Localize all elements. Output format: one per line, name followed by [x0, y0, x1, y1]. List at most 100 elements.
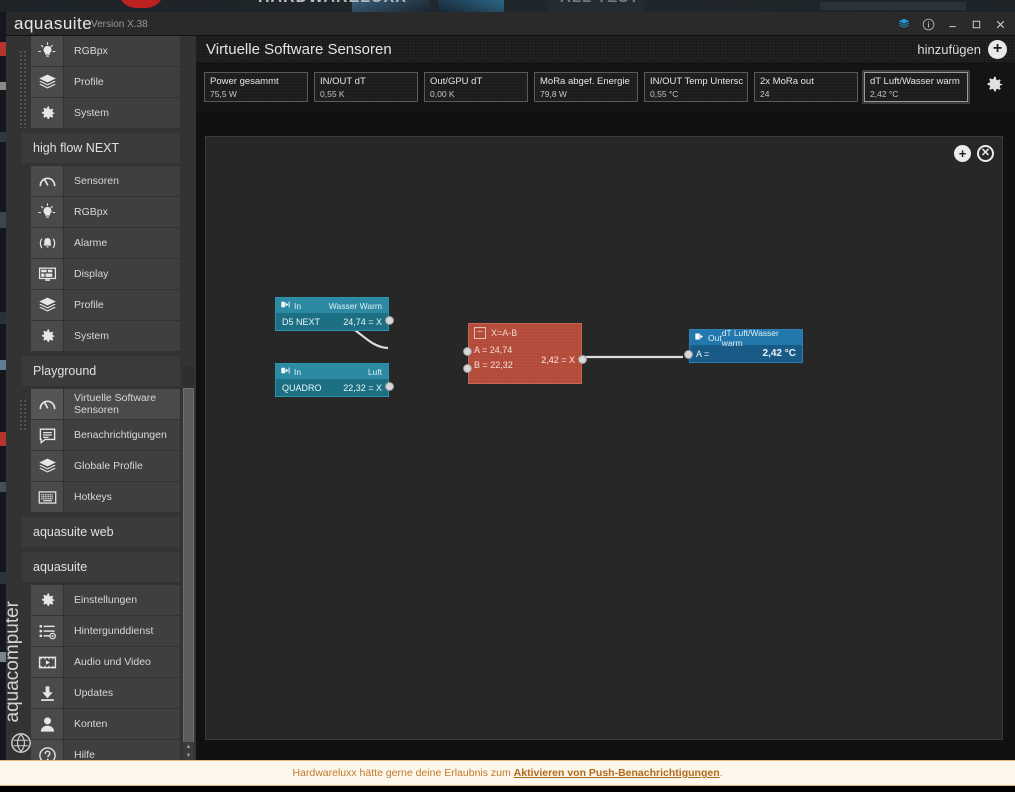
node-input-port[interactable] — [684, 350, 693, 359]
sidebar-item-alarme[interactable]: Alarme — [31, 228, 180, 258]
scroll-up-icon[interactable]: ▲ — [183, 742, 194, 751]
notification-text-after: . — [719, 767, 723, 779]
bell-icon — [31, 228, 63, 258]
display-icon — [31, 259, 63, 289]
sidebar-item-sensoren[interactable]: Sensoren — [31, 166, 180, 196]
drag-handle-dots-2[interactable] — [19, 399, 27, 431]
sensor-chip-value: 0,55 °C — [650, 89, 679, 99]
sidebar-item-label: System — [63, 321, 180, 351]
node-input-luft[interactable]: In Luft QUADRO 22,32 = X — [275, 363, 394, 397]
node-output-port[interactable] — [578, 355, 587, 364]
push-notification-bar: Hardwareluxx hätte gerne deine Erlaubnis… — [0, 760, 1015, 786]
layers-icon — [31, 451, 63, 481]
plus-icon[interactable]: + — [988, 39, 1007, 59]
sidebar-item-globale-profile[interactable]: Globale Profile — [31, 451, 180, 481]
canvas-tools: + ✕ — [954, 145, 994, 162]
node-body: QUADRO 22,32 = X — [276, 379, 388, 396]
add-node-button[interactable]: + — [954, 145, 971, 162]
sidebar-group-title[interactable]: aquasuite web — [22, 517, 180, 547]
sidebar-item-label: Hintergunddienst — [63, 616, 180, 646]
sidebar-scroll-content: RGBpx Profile System high flow NEXT Sensoren… — [6, 36, 196, 760]
sidebar-item-label: Alarme — [63, 228, 180, 258]
node-output-port[interactable] — [385, 316, 394, 325]
sidebar-item-rgbpx[interactable]: RGBpx — [31, 36, 180, 66]
gear-icon[interactable] — [983, 74, 1005, 101]
sidebar-nav: RGBpx Profile System high flow NEXT Sensoren… — [6, 36, 196, 760]
sidebar-group-title[interactable]: Playground — [22, 356, 180, 386]
sensor-chip[interactable]: 2x MoRa out 24 — [754, 72, 858, 102]
node-body: A = 2,42 °C — [690, 345, 802, 362]
sidebar-item-virtuelle-software-sensoren[interactable]: Virtuelle Software Sensoren — [31, 389, 180, 419]
sidebar-item-profile[interactable]: Profile — [31, 67, 180, 97]
sidebar-item-audio-und-video[interactable]: Audio und Video — [31, 647, 180, 677]
gear-icon — [31, 585, 63, 615]
node-title: Luft — [367, 366, 382, 377]
node-formula: X=A-B — [491, 327, 518, 338]
sidebar-scrollbar-thumb[interactable] — [183, 388, 194, 760]
layers-icon[interactable] — [893, 13, 915, 35]
sensor-chip[interactable]: dT Luft/Wasser warm 2,42 °C — [862, 70, 970, 104]
sidebar: RGBpx Profile System high flow NEXT Sensoren… — [6, 36, 196, 760]
sidebar-item-updates[interactable]: Updates — [31, 678, 180, 708]
maximize-button[interactable] — [965, 13, 987, 35]
version-label: Version X.38 — [91, 19, 148, 30]
gauge-icon — [31, 166, 63, 196]
node-source: QUADRO — [282, 382, 322, 393]
sidebar-item-system[interactable]: System — [31, 321, 180, 351]
scroll-down-icon[interactable]: ▼ — [183, 751, 194, 760]
sensor-chips-list: Power gesammt 75,5 W IN/OUT dT 0,55 K Out/GP… — [204, 70, 970, 104]
node-operation-subtract[interactable]: − X=A-B A = 24,74 B = 22,32 2,42 = X — [463, 323, 587, 384]
sidebar-group-title[interactable]: aquasuite — [22, 552, 180, 582]
sidebar-item-konten[interactable]: Konten — [31, 709, 180, 739]
node-output-value: 2,42 = X — [541, 355, 575, 365]
node-body: A = 24,74 B = 22,32 2,42 = X — [469, 341, 581, 383]
bottom-filler — [0, 786, 1015, 792]
sensor-chip[interactable]: MoRa abgef. Energie 79,8 W — [534, 72, 638, 102]
node-output-dt[interactable]: Out dT Luft/Wasser warm A = 2,42 °C — [684, 327, 803, 363]
sidebar-item-hotkeys[interactable]: Hotkeys — [31, 482, 180, 512]
info-icon[interactable] — [917, 13, 939, 35]
message-icon — [31, 420, 63, 450]
drag-handle-dots-1[interactable] — [19, 50, 27, 128]
sidebar-item-system[interactable]: System — [31, 98, 180, 128]
service-list-icon — [31, 616, 63, 646]
node-output-port[interactable] — [385, 382, 394, 391]
sidebar-item-hintergunddienst[interactable]: Hintergunddienst — [31, 616, 180, 646]
remove-node-button[interactable]: ✕ — [977, 145, 994, 162]
notification-link[interactable]: Aktivieren von Push-Benachrichtigungen — [514, 767, 720, 779]
node-title: dT Luft/Wasser warm — [721, 327, 779, 348]
bulb-icon — [31, 36, 63, 66]
sidebar-item-label: Einstellungen — [63, 585, 180, 615]
sensor-chip[interactable]: IN/OUT dT 0,55 K — [314, 72, 418, 102]
sensor-chip[interactable]: IN/OUT Temp Untersc 0,55 °C — [644, 72, 748, 102]
sidebar-item-rgbpx[interactable]: RGBpx — [31, 197, 180, 227]
sidebar-group-title[interactable]: high flow NEXT — [22, 133, 180, 163]
sidebar-item-profile[interactable]: Profile — [31, 290, 180, 320]
sidebar-item-label: Profile — [63, 67, 180, 97]
node-input-wasser-warm[interactable]: In Wasser Warm D5 NEXT 24,74 = X — [275, 297, 394, 331]
node-port-label: Out — [708, 332, 722, 343]
sensor-chip-name: Power gesammt — [210, 76, 279, 87]
minimize-button[interactable] — [941, 13, 963, 35]
backdrop-overlay — [0, 0, 1015, 12]
sidebar-item-display[interactable]: Display — [31, 259, 180, 289]
video-icon — [31, 647, 63, 677]
node-graph-canvas[interactable]: + ✕ In Wasser Warm D5 NEXT 24,74 = X In … — [205, 136, 1003, 740]
node-input-port-a[interactable] — [463, 347, 472, 356]
add-sensor-control[interactable]: hinzufügen + — [917, 36, 1007, 62]
node-header: In Luft — [276, 364, 388, 379]
node-value: 2,42 °C — [762, 348, 796, 359]
sidebar-item-benachrichtigungen[interactable]: Benachrichtigungen — [31, 420, 180, 450]
bulb-icon — [31, 197, 63, 227]
sensor-chip[interactable]: Out/GPU dT 0,00 K — [424, 72, 528, 102]
node-input-port-b[interactable] — [463, 364, 472, 373]
node-port-label: In — [294, 366, 302, 377]
sidebar-item-einstellungen[interactable]: Einstellungen — [31, 585, 180, 615]
sidebar-item-label: Display — [63, 259, 180, 289]
sidebar-scroll-arrows[interactable]: ▲ ▼ — [183, 742, 194, 760]
sensor-chip-name: MoRa abgef. Energie — [540, 76, 630, 87]
sidebar-item-hilfe[interactable]: Hilfe — [31, 740, 180, 760]
sensor-chip-name: 2x MoRa out — [760, 76, 814, 87]
sensor-chip[interactable]: Power gesammt 75,5 W — [204, 72, 308, 102]
close-button[interactable] — [989, 13, 1011, 35]
